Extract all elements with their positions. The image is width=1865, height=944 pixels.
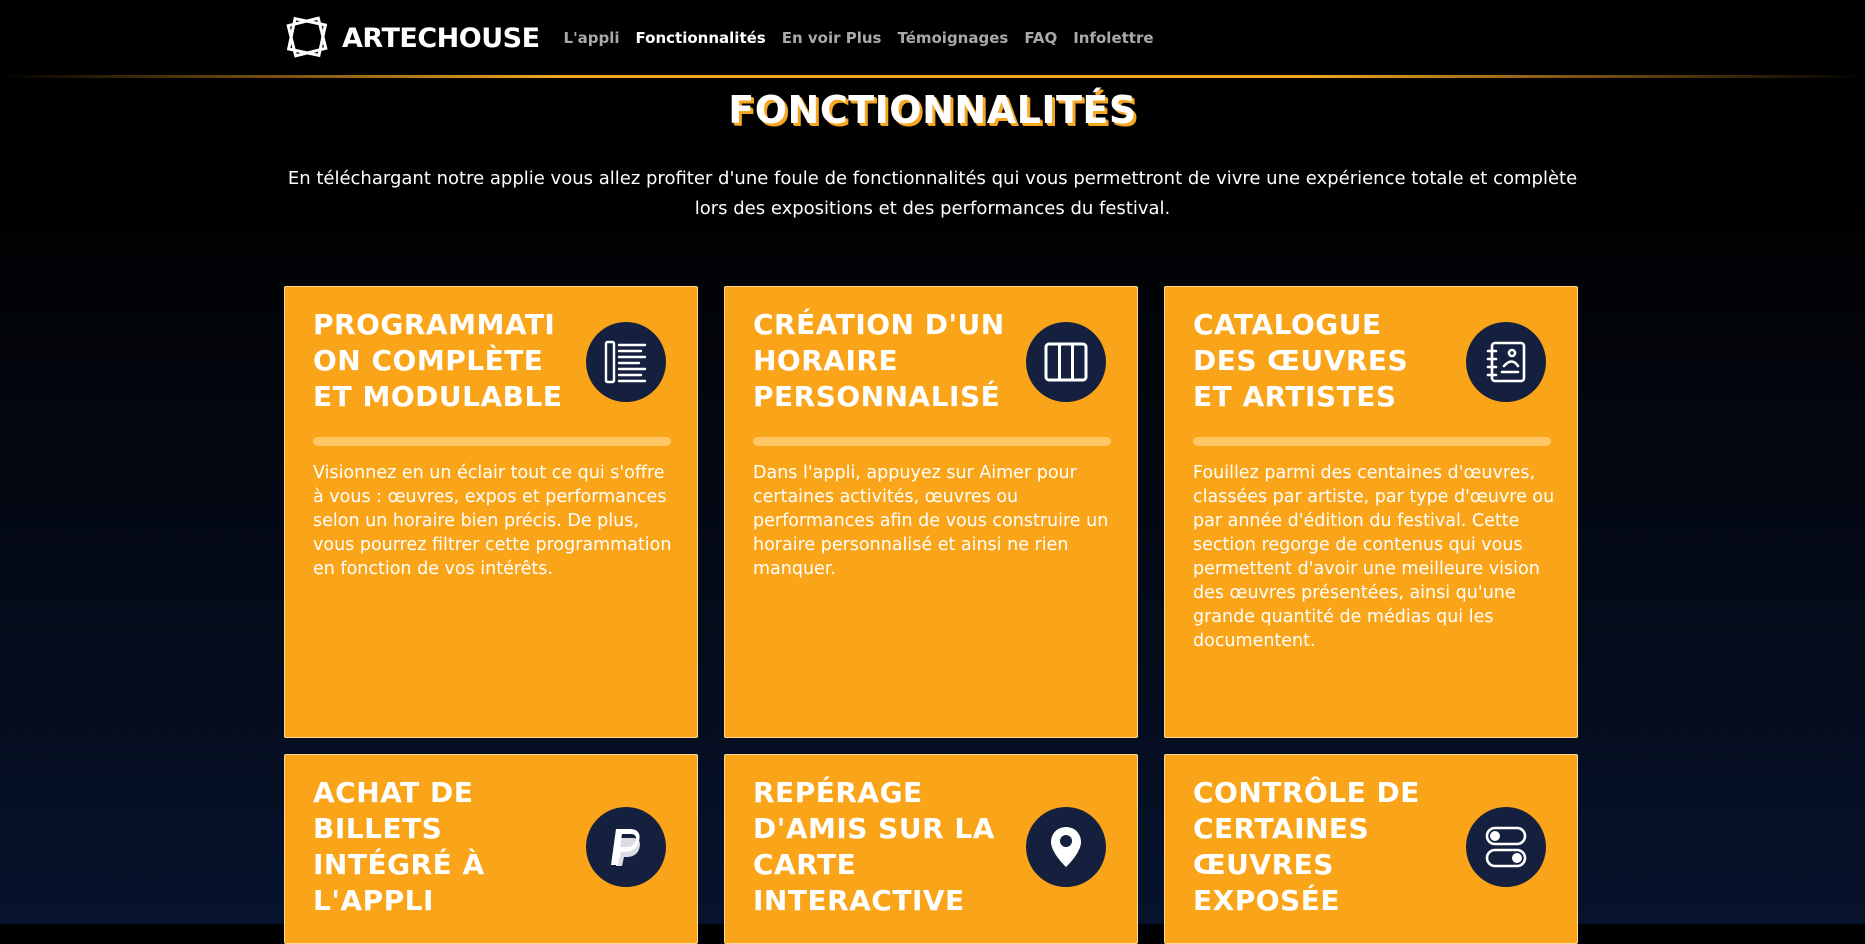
nav-link-temoignages[interactable]: Témoignages <box>897 29 1008 47</box>
logo-icon[interactable] <box>284 14 332 62</box>
columns-icon <box>1026 322 1106 402</box>
feature-card-controle: CONTRÔLE DE CERTAINES ŒUVRES EXPOSÉE <box>1164 754 1578 944</box>
feature-card-reperage: REPÉRAGE D'AMIS SUR LA CARTE INTERACTIVE <box>724 754 1138 944</box>
feature-card-achat-billets: ACHAT DE BILLETS INTÉGRÉ À L'APPLI <box>284 754 698 944</box>
nav-link-fonctionnalites[interactable]: Fonctionnalités <box>636 29 766 47</box>
nav-link-en-voir-plus[interactable]: En voir Plus <box>782 29 882 47</box>
nav-link-faq[interactable]: FAQ <box>1024 29 1057 47</box>
nav-divider <box>0 75 1865 78</box>
card-title: CATALOGUE DES ŒUVRES ET ARTISTES <box>1193 308 1409 413</box>
card-description: Fouillez parmi des centaines d'œuvres, c… <box>1193 463 1555 651</box>
feature-card-catalogue: CATALOGUE DES ŒUVRES ET ARTISTES Fouille… <box>1164 286 1578 738</box>
nav-link-lappli[interactable]: L'appli <box>564 29 620 47</box>
map-pin-icon <box>1026 807 1106 887</box>
toggle-icon <box>1466 807 1546 887</box>
nav-inner: ARTECHOUSE L'appli Fonctionnalités En vo… <box>284 12 1170 64</box>
nav-links: L'appli Fonctionnalités En voir Plus Tém… <box>564 29 1170 47</box>
card-title: ACHAT DE BILLETS INTÉGRÉ À L'APPLI <box>313 776 485 917</box>
section-title: FONCTIONNALITÉS <box>728 88 1137 132</box>
card-title: PROGRAMMATI ON COMPLÈTE ET MODULABLE <box>313 308 563 413</box>
nav-link-infolettre[interactable]: Infolettre <box>1073 29 1153 47</box>
card-divider <box>1193 437 1551 446</box>
section-intro: En téléchargant notre applie vous allez … <box>284 164 1581 224</box>
card-description: Dans l'appli, appuyez sur Aimer pour cer… <box>753 463 1109 579</box>
top-navigation: ARTECHOUSE L'appli Fonctionnalités En vo… <box>0 0 1865 78</box>
card-divider <box>753 437 1111 446</box>
card-divider <box>313 437 671 446</box>
card-title: REPÉRAGE D'AMIS SUR LA CARTE INTERACTIVE <box>753 776 995 917</box>
card-title: CRÉATION D'UN HORAIRE PERSONNALISÉ <box>753 308 1005 413</box>
intro-line-1: En téléchargant notre applie vous allez … <box>287 168 1578 189</box>
list-icon <box>586 322 666 402</box>
brand-name[interactable]: ARTECHOUSE <box>342 23 540 54</box>
intro-line-2: lors des expositions et des performances… <box>694 198 1171 219</box>
paypal-icon <box>586 807 666 887</box>
feature-card-horaire: CRÉATION D'UN HORAIRE PERSONNALISÉ Dans … <box>724 286 1138 738</box>
feature-card-programmation: PROGRAMMATI ON COMPLÈTE ET MODULABLE Vis… <box>284 286 698 738</box>
card-title: CONTRÔLE DE CERTAINES ŒUVRES EXPOSÉE <box>1193 776 1420 917</box>
catalog-icon <box>1466 322 1546 402</box>
card-description: Visionnez en un éclair tout ce qui s'off… <box>313 463 672 579</box>
